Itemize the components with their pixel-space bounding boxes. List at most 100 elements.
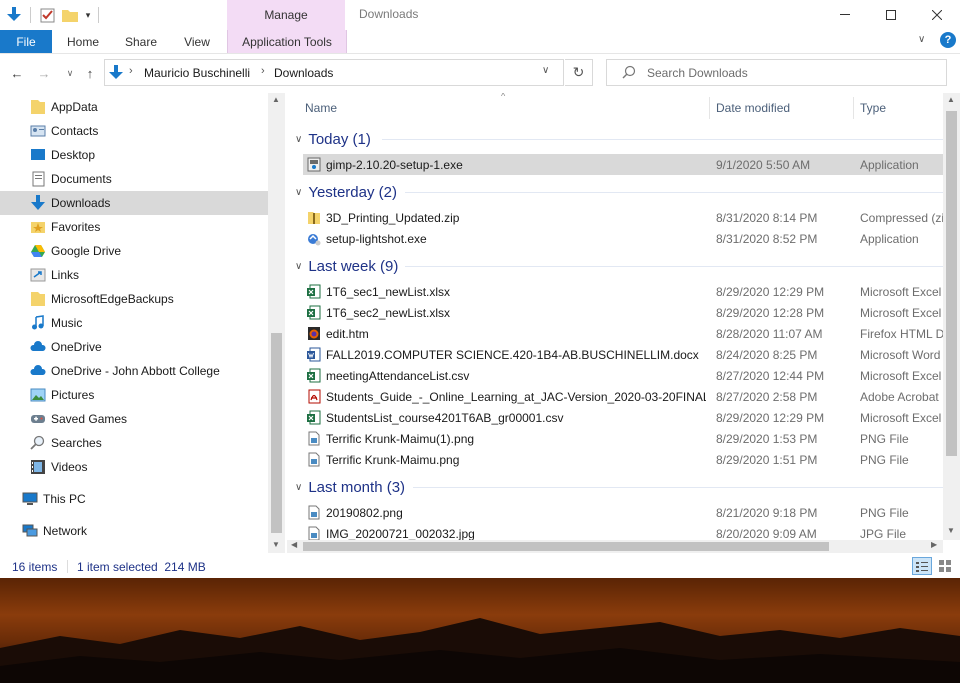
sidebar-item-google-drive[interactable]: Google Drive <box>0 239 268 263</box>
scroll-up-icon[interactable]: ▲ <box>272 95 280 104</box>
manage-tab-header[interactable]: Manage <box>227 0 345 30</box>
file-row[interactable]: Terrific Krunk-Maimu(1).png 8/29/2020 1:… <box>303 428 943 449</box>
scroll-left-icon[interactable]: ◀ <box>291 540 297 549</box>
scroll-down-icon[interactable]: ▼ <box>272 540 280 549</box>
file-row[interactable]: gimp-2.10.20-setup-1.exe 9/1/2020 5:50 A… <box>303 154 943 175</box>
refresh-icon[interactable]: ↻ <box>565 59 593 86</box>
tab-home[interactable]: Home <box>58 30 108 53</box>
download-arrow-icon[interactable] <box>4 5 24 25</box>
forward-arrow-icon[interactable]: → <box>34 63 54 83</box>
expand-ribbon-icon[interactable]: ∨ <box>918 34 925 45</box>
scrollbar-thumb[interactable] <box>946 111 957 456</box>
sidebar-item-network[interactable]: Network <box>0 519 268 543</box>
file-name: 1T6_sec2_newList.xlsx <box>326 306 451 320</box>
file-name: IMG_20200721_002032.jpg <box>326 527 475 540</box>
help-icon[interactable]: ? <box>940 32 956 48</box>
group-label: Yesterday (2) <box>308 183 397 201</box>
scroll-down-icon[interactable]: ▼ <box>947 526 955 535</box>
file-row[interactable]: meetingAttendanceList.csv 8/27/2020 12:4… <box>303 365 943 386</box>
details-view-icon[interactable] <box>912 557 932 575</box>
sidebar-item-music[interactable]: Music <box>0 311 268 335</box>
tab-file[interactable]: File <box>0 30 52 53</box>
column-header-type[interactable]: Type <box>860 93 886 123</box>
large-icons-view-icon[interactable] <box>936 557 956 575</box>
address-bar[interactable]: › Mauricio Buschinelli › Downloads ∨ <box>104 59 564 86</box>
search-box[interactable]: Search Downloads <box>606 59 947 86</box>
file-row[interactable]: FALL2019.COMPUTER SCIENCE.420-1B4-AB.BUS… <box>303 344 943 365</box>
group-header-yesterday[interactable]: ∨ Yesterday (2) <box>295 181 397 203</box>
column-header-date[interactable]: Date modified <box>716 93 790 123</box>
image-file-icon <box>308 505 320 520</box>
file-name: 3D_Printing_Updated.zip <box>326 211 460 225</box>
breadcrumb-user[interactable]: Mauricio Buschinelli <box>144 66 250 80</box>
installer-icon <box>307 157 321 172</box>
properties-icon[interactable] <box>38 5 58 25</box>
sidebar-item-label: AppData <box>51 100 98 114</box>
file-date: 8/29/2020 12:28 PM <box>716 306 825 320</box>
file-row[interactable]: 3D_Printing_Updated.zip 8/31/2020 8:14 P… <box>303 207 943 228</box>
sidebar-item-documents[interactable]: Documents <box>0 167 268 191</box>
group-header-last-month[interactable]: ∨ Last month (3) <box>295 476 405 498</box>
breadcrumb-downloads[interactable]: Downloads <box>274 66 333 80</box>
sidebar-item-desktop[interactable]: Desktop <box>0 143 268 167</box>
sidebar-item-pictures[interactable]: Pictures <box>0 383 268 407</box>
file-name: 1T6_sec1_newList.xlsx <box>326 285 451 299</box>
installer-icon <box>308 234 321 246</box>
sidebar-item-downloads[interactable]: Downloads <box>0 191 268 215</box>
recent-locations-icon[interactable]: ∨ <box>60 63 80 83</box>
hscrollbar-thumb[interactable] <box>303 542 829 551</box>
sidebar-item-videos[interactable]: Videos <box>0 455 268 479</box>
file-row[interactable]: IMG_20200721_002032.jpg 8/20/2020 9:09 A… <box>303 523 943 540</box>
maximize-icon[interactable] <box>868 0 914 30</box>
file-list-hscrollbar[interactable]: ◀ ▶ <box>287 540 943 553</box>
sidebar-item-favorites[interactable]: Favorites <box>0 215 268 239</box>
sidebar-item-links[interactable]: Links <box>0 263 268 287</box>
chevron-right-icon[interactable]: › <box>129 65 133 77</box>
sidebar-item-label: Music <box>51 316 83 330</box>
close-icon[interactable] <box>914 0 960 30</box>
sidebar-scrollbar[interactable]: ▲ ▼ <box>268 93 285 553</box>
minimize-icon[interactable] <box>822 0 868 30</box>
group-header-last-week[interactable]: ∨ Last week (9) <box>295 255 398 277</box>
chevron-down-icon: ∨ <box>295 186 303 198</box>
sidebar-item-onedrive[interactable]: OneDrive <box>0 335 268 359</box>
back-arrow-icon[interactable]: ← <box>7 63 27 83</box>
sidebar-item-appdata[interactable]: AppData <box>0 95 268 119</box>
file-row[interactable]: 1T6_sec1_newList.xlsx 8/29/2020 12:29 PM… <box>303 281 943 302</box>
file-row[interactable]: 20190802.png 8/21/2020 9:18 PM PNG File <box>303 502 943 523</box>
scroll-up-icon[interactable]: ▲ <box>947 95 955 104</box>
tab-share[interactable]: Share <box>116 30 166 53</box>
sidebar-item-onedrive-jac[interactable]: OneDrive - John Abbott College <box>0 359 268 383</box>
firefox-icon <box>308 327 320 340</box>
file-date: 8/21/2020 9:18 PM <box>716 506 818 520</box>
file-row[interactable]: edit.htm 8/28/2020 11:07 AM Firefox HTML… <box>303 323 943 344</box>
new-folder-icon[interactable] <box>60 5 80 25</box>
tab-view[interactable]: View <box>172 30 222 53</box>
file-name: Students_Guide_-_Online_Learning_at_JAC-… <box>326 390 706 404</box>
up-arrow-icon[interactable]: ↑ <box>80 63 100 83</box>
group-header-today[interactable]: ∨ Today (1) <box>295 128 371 150</box>
scroll-right-icon[interactable]: ▶ <box>931 540 937 549</box>
chevron-down-icon[interactable]: ∨ <box>542 65 549 76</box>
sidebar-item-microsoftedgebackups[interactable]: MicrosoftEdgeBackups <box>0 287 268 311</box>
file-row[interactable]: Terrific Krunk-Maimu.png 8/29/2020 1:51 … <box>303 449 943 470</box>
file-row[interactable]: StudentsList_course4201T6AB_gr00001.csv … <box>303 407 943 428</box>
customize-toolbar-icon[interactable]: ▾ <box>80 5 96 25</box>
tab-application-tools[interactable]: Application Tools <box>227 30 347 53</box>
desktop-wallpaper <box>0 578 960 683</box>
file-date: 8/27/2020 2:58 PM <box>716 390 818 404</box>
sidebar-item-contacts[interactable]: Contacts <box>0 119 268 143</box>
scrollbar-thumb[interactable] <box>271 333 282 533</box>
sidebar-item-searches[interactable]: Searches <box>0 431 268 455</box>
image-file-icon <box>308 526 320 540</box>
file-list-scrollbar[interactable]: ▲ ▼ <box>943 93 960 540</box>
sidebar-item-this-pc[interactable]: This PC <box>0 487 268 511</box>
chevron-right-icon[interactable]: › <box>261 65 265 77</box>
sidebar-item-saved-games[interactable]: Saved Games <box>0 407 268 431</box>
file-row[interactable]: 1T6_sec2_newList.xlsx 8/29/2020 12:28 PM… <box>303 302 943 323</box>
file-row[interactable]: Students_Guide_-_Online_Learning_at_JAC-… <box>303 386 943 407</box>
column-header-name[interactable]: Name <box>305 93 337 123</box>
file-row[interactable]: setup-lightshot.exe 8/31/2020 8:52 PM Ap… <box>303 228 943 249</box>
cloud-icon <box>30 365 46 375</box>
search-input[interactable]: Search Downloads <box>647 66 748 80</box>
